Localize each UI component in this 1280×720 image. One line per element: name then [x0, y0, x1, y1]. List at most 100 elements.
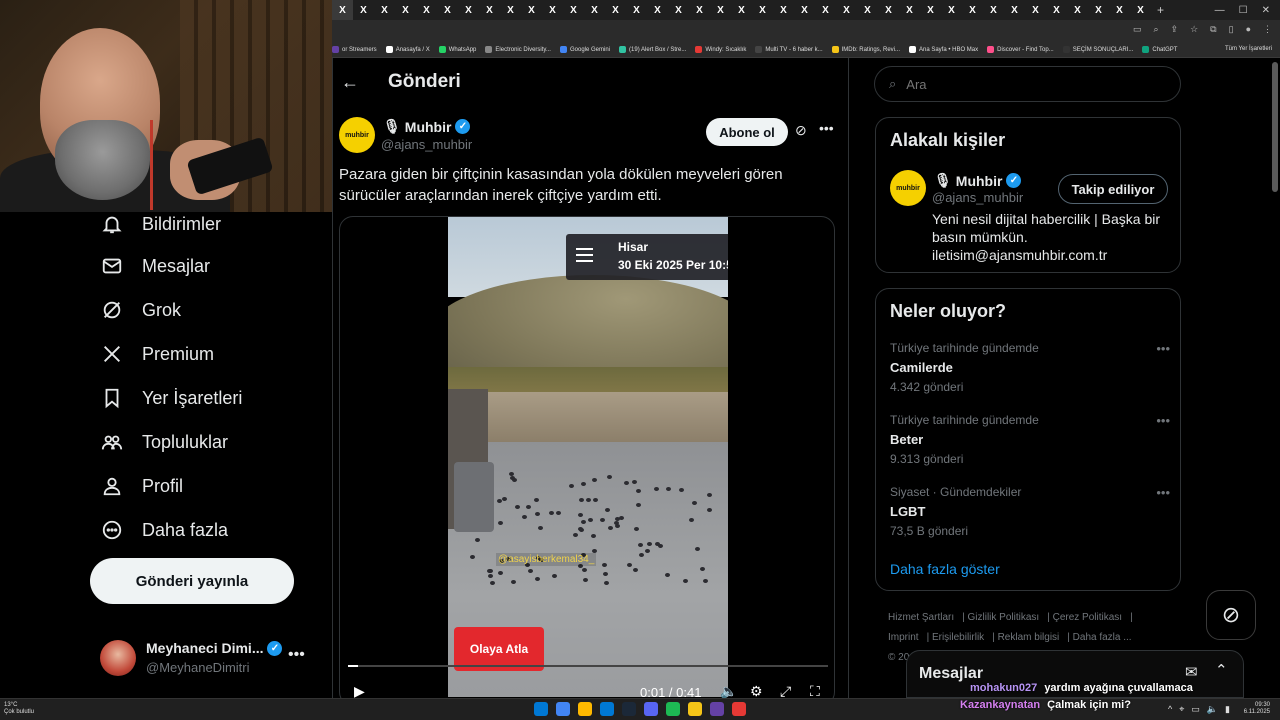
taskbar-app-icon[interactable]: [622, 702, 636, 716]
bookmark-item[interactable]: Windy: Sıcaklık: [695, 46, 746, 53]
grok-explain-icon[interactable]: ⊘: [795, 122, 807, 139]
nav-item-messages[interactable]: Mesajlar: [100, 254, 210, 278]
footer-link[interactable]: Imprint: [888, 632, 919, 643]
weather-widget[interactable]: 13°C Çok bulutlu: [4, 702, 34, 716]
bookmark-item[interactable]: (19) Alert Box / Stre...: [619, 46, 686, 53]
browser-tab[interactable]: X: [1088, 0, 1109, 20]
browser-tab[interactable]: X: [374, 0, 395, 20]
browser-tab[interactable]: X: [1130, 0, 1151, 20]
browser-tab[interactable]: X: [332, 0, 353, 20]
search-box[interactable]: ⌕: [874, 66, 1181, 102]
taskbar-app-icon[interactable]: [600, 702, 614, 716]
nav-item-profile[interactable]: Profil: [100, 474, 183, 498]
browser-tab[interactable]: X: [878, 0, 899, 20]
video-player[interactable]: Hisar 30 Eki 2025 Per 10:58:52 @asayisbe…: [339, 216, 835, 698]
browser-tab[interactable]: X: [815, 0, 836, 20]
bookmark-item[interactable]: Discover - Find Top...: [987, 46, 1054, 53]
browser-tab[interactable]: X: [668, 0, 689, 20]
author-avatar[interactable]: muhbir: [339, 117, 375, 153]
nav-item-more[interactable]: Daha fazla: [100, 518, 228, 542]
taskbar-app-icon[interactable]: [688, 702, 702, 716]
browser-tab[interactable]: X: [584, 0, 605, 20]
trend-item[interactable]: Türkiye tarihinde gündemde Beter 9.313 g…: [890, 413, 1170, 466]
post-button[interactable]: Gönderi yayınla: [90, 558, 294, 604]
browser-tab[interactable]: X: [710, 0, 731, 20]
browser-tab[interactable]: X: [1109, 0, 1130, 20]
nav-item-bookmarks[interactable]: Yer İşaretleri: [100, 386, 242, 410]
more-dots-icon[interactable]: •••: [1156, 485, 1170, 500]
browser-tab[interactable]: X: [542, 0, 563, 20]
following-button[interactable]: Takip ediliyor: [1058, 174, 1168, 204]
browser-tab[interactable]: X: [416, 0, 437, 20]
taskbar-app-icon[interactable]: [666, 702, 680, 716]
browser-tab[interactable]: X: [689, 0, 710, 20]
taskbar-app-icon[interactable]: [644, 702, 658, 716]
back-arrow-icon[interactable]: ←: [341, 72, 359, 93]
browser-tab[interactable]: X: [500, 0, 521, 20]
bookmark-item[interactable]: Google Gemini: [559, 46, 610, 53]
browser-tab[interactable]: X: [1025, 0, 1046, 20]
page-scrollbar[interactable]: [1272, 62, 1278, 192]
browser-tab[interactable]: X: [836, 0, 857, 20]
bookmark-item[interactable]: Anasayfa / X: [385, 46, 430, 53]
minimize-icon[interactable]: —: [1215, 5, 1225, 16]
expand-chevron-icon[interactable]: ⌃: [1215, 661, 1228, 679]
browser-tab[interactable]: X: [962, 0, 983, 20]
browser-tab[interactable]: X: [563, 0, 584, 20]
location-icon[interactable]: ⌖: [1179, 704, 1184, 715]
author-name-row[interactable]: 🎙 Muhbir ✓: [383, 118, 471, 135]
battery-icon[interactable]: ▮: [1225, 704, 1230, 715]
related-avatar[interactable]: muhbir: [890, 170, 926, 206]
search-input[interactable]: [906, 76, 1147, 92]
browser-tab[interactable]: X: [437, 0, 458, 20]
browser-tab[interactable]: X: [395, 0, 416, 20]
browser-tab[interactable]: X: [983, 0, 1004, 20]
browser-tab[interactable]: X: [1046, 0, 1067, 20]
bookmark-item[interactable]: SEÇİM SONUÇLARI...: [1062, 46, 1133, 53]
chevron-up-icon[interactable]: ^: [1168, 704, 1172, 715]
nav-item-premium[interactable]: Premium: [100, 342, 214, 366]
browser-tab[interactable]: X: [1004, 0, 1025, 20]
clock[interactable]: 09:30 6.11.2025: [1244, 702, 1270, 716]
settings-icon[interactable]: ⚙: [750, 683, 763, 698]
browser-tab[interactable]: X: [626, 0, 647, 20]
more-dots-icon[interactable]: •••: [288, 646, 305, 664]
related-name-row[interactable]: 🎙 Muhbir ✓: [934, 172, 1022, 189]
browser-tab[interactable]: X: [1067, 0, 1088, 20]
account-switcher[interactable]: Meyhaneci Dimi... ✓ @MeyhaneDimitri •••: [100, 636, 320, 680]
nav-item-notifications[interactable]: Bildirimler: [100, 212, 221, 236]
more-dots-icon[interactable]: •••: [1156, 413, 1170, 428]
browser-tab[interactable]: X: [731, 0, 752, 20]
nav-item-communities[interactable]: Topluluklar: [100, 430, 228, 454]
share-icon[interactable]: ⇪: [1171, 24, 1179, 35]
bookmark-item[interactable]: WhatsApp: [438, 46, 476, 53]
trend-item[interactable]: Türkiye tarihinde gündemde Camilerde 4.3…: [890, 341, 1170, 394]
all-bookmarks[interactable]: Tüm Yer İşaretleri: [1225, 46, 1272, 52]
browser-tab[interactable]: X: [752, 0, 773, 20]
extensions-icon[interactable]: ⧉: [1210, 24, 1216, 35]
bookmark-item[interactable]: ChatGPT: [1142, 46, 1177, 53]
maximize-icon[interactable]: ☐: [1239, 5, 1248, 16]
cast-icon[interactable]: ▭: [1133, 24, 1142, 35]
browser-tab[interactable]: X: [773, 0, 794, 20]
taskbar-app-icon[interactable]: [534, 702, 548, 716]
footer-link[interactable]: Reklam bilgisi: [998, 632, 1060, 643]
taskbar-app-icon[interactable]: [556, 702, 570, 716]
sidebar-icon[interactable]: ▯: [1229, 24, 1234, 35]
browser-tab[interactable]: X: [458, 0, 479, 20]
footer-link[interactable]: Daha fazla ...: [1073, 632, 1132, 643]
footer-link[interactable]: Erişilebilirlik: [932, 632, 984, 643]
subscribe-button[interactable]: Abone ol: [706, 118, 788, 146]
profile-avatar-icon[interactable]: ●: [1246, 24, 1251, 35]
browser-tab[interactable]: X: [857, 0, 878, 20]
grok-floating-button[interactable]: ⊘: [1206, 590, 1256, 640]
footer-link[interactable]: Gizlilik Politikası: [968, 612, 1040, 623]
show-more-link[interactable]: Daha fazla göster: [890, 561, 1000, 577]
bookmark-item[interactable]: Electronic Diversity...: [485, 46, 551, 53]
network-icon[interactable]: ▭: [1191, 704, 1200, 715]
more-dots-icon[interactable]: •••: [1156, 341, 1170, 356]
footer-link[interactable]: Hizmet Şartları: [888, 612, 954, 623]
volume-icon[interactable]: 🔈: [720, 683, 737, 698]
browser-tab[interactable]: X: [920, 0, 941, 20]
bookmark-item[interactable]: Multi TV - 6 haber k...: [755, 46, 823, 53]
